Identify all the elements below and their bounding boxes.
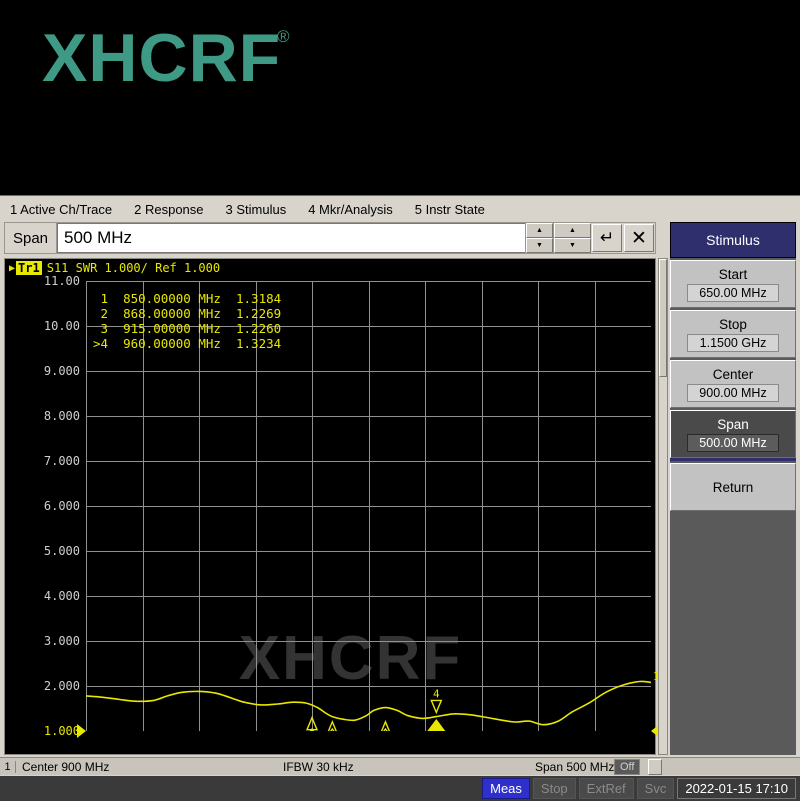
- status-svc-indicator: Svc: [636, 778, 675, 799]
- y-axis-tick-label: 8.000: [43, 409, 80, 423]
- marker-symbol[interactable]: 4: [427, 687, 446, 731]
- softkey-stop-label: Stop: [719, 316, 747, 332]
- trace-descriptor: S11 SWR 1.000/ Ref 1.000: [46, 261, 221, 275]
- softkey-return[interactable]: Return: [670, 463, 796, 511]
- coarse-spinner-down-icon[interactable]: ▼: [526, 238, 553, 253]
- status-stop-indicator[interactable]: Stop: [532, 778, 576, 799]
- softkey-center[interactable]: Center 900.00 MHz: [670, 360, 796, 408]
- y-axis-tick-label: 9.000: [43, 364, 80, 378]
- y-axis-tick-label: 7.000: [43, 454, 80, 468]
- coarse-spinner[interactable]: ▲ ▼: [525, 223, 553, 253]
- softkey-start[interactable]: Start 650.00 MHz: [670, 260, 796, 308]
- enter-icon: ↵: [599, 228, 615, 247]
- graph-scrollbar-thumb[interactable]: [659, 259, 667, 377]
- close-icon: ✕: [631, 227, 647, 249]
- trace-line: [86, 680, 651, 726]
- softkey-panel: Stimulus Start 650.00 MHz Stop 1.1500 GH…: [670, 222, 796, 755]
- y-axis-tick-label: 4.000: [43, 589, 80, 603]
- fine-spinner[interactable]: ▲ ▼: [553, 223, 591, 253]
- y-axis-tick-label: 3.000: [43, 634, 80, 648]
- channel-status-bar: 1 Center 900 MHz IFBW 30 kHz Span 500 MH…: [0, 757, 800, 775]
- graph-scrollbar[interactable]: [658, 258, 668, 755]
- status-ifbw: IFBW 30 kHz: [283, 759, 354, 774]
- softkey-stop-value[interactable]: 1.1500 GHz: [687, 333, 779, 352]
- softkey-panel-title: Stimulus: [670, 222, 796, 258]
- y-axis-tick-label: 2.000: [43, 679, 80, 693]
- softkey-center-value[interactable]: 900.00 MHz: [687, 383, 779, 402]
- vna-window: 1 Active Ch/Trace 2 Response 3 Stimulus …: [0, 195, 800, 801]
- active-trace-arrow-icon: ▶: [9, 262, 16, 274]
- enter-button[interactable]: ↵: [592, 224, 622, 252]
- softkey-span-value[interactable]: 500.00 MHz: [687, 433, 779, 452]
- marker-readout-table: 1 850.00000 MHz 1.3184 2 868.00000 MHz 1…: [93, 291, 282, 351]
- coarse-spinner-up-icon[interactable]: ▲: [526, 223, 553, 238]
- softkey-center-label: Center: [712, 366, 754, 382]
- y-axis-labels: 11.00 10.00 9.000 8.000 7.000 6.000 5.000 4.000…: [5, 274, 84, 738]
- marker-symbol[interactable]: [376, 720, 394, 731]
- y-axis-tick-label: 11.00: [43, 274, 80, 288]
- brand-logo-text: XHCRF: [42, 20, 282, 96]
- marker-symbol[interactable]: [323, 719, 341, 731]
- trace-badge[interactable]: Tr1: [16, 261, 42, 275]
- entry-bar-input[interactable]: 500 MHz: [57, 223, 525, 253]
- y-axis-tick-label: 1.000: [43, 724, 80, 738]
- status-channel-number: 1: [0, 760, 16, 773]
- y-axis-tick-label: 10.00: [43, 319, 80, 333]
- softkey-return-label: Return: [712, 479, 754, 495]
- entry-bar-label: Span: [5, 223, 57, 253]
- brand-banner: XHCRF ®: [0, 0, 800, 195]
- softkey-stop[interactable]: Stop 1.1500 GHz: [670, 310, 796, 358]
- softkey-start-label: Start: [718, 266, 748, 282]
- status-correction-badge: Off: [614, 758, 641, 775]
- registered-trademark-icon: ®: [277, 27, 290, 46]
- menu-item-stimulus[interactable]: 3 Stimulus: [224, 201, 289, 218]
- status-meas-indicator[interactable]: Meas: [482, 778, 530, 799]
- status-span: Span 500 MHz: [535, 759, 615, 774]
- menu-item-instr-state[interactable]: 5 Instr State: [413, 201, 487, 218]
- softkey-divider: [670, 458, 796, 461]
- fine-spinner-up-icon[interactable]: ▲: [554, 223, 591, 238]
- menu-item-active-ch-trace[interactable]: 1 Active Ch/Trace: [8, 201, 114, 218]
- entry-bar: Span 500 MHz ▲ ▼ ▲ ▼ ↵ ✕: [4, 222, 656, 254]
- y-axis-tick-label: 5.000: [43, 544, 80, 558]
- softkey-span[interactable]: Span 500.00 MHz: [670, 410, 796, 458]
- close-entry-button[interactable]: ✕: [624, 224, 654, 252]
- y-axis-tick-label: 6.000: [43, 499, 80, 513]
- menu-item-mkr-analysis[interactable]: 4 Mkr/Analysis: [306, 201, 395, 218]
- menu-item-response[interactable]: 2 Response: [132, 201, 205, 218]
- status-center-freq: Center 900 MHz: [22, 759, 110, 774]
- softkey-span-label: Span: [717, 416, 749, 432]
- marker-label: 4: [433, 687, 440, 700]
- status-extref-indicator: ExtRef: [578, 778, 634, 799]
- graph-panel[interactable]: ▶ Tr1 S11 SWR 1.000/ Ref 1.000 11.00 10.0…: [4, 258, 660, 755]
- softkey-start-value[interactable]: 650.00 MHz: [687, 283, 779, 302]
- reference-level-marker-left-icon[interactable]: [77, 724, 86, 738]
- fine-spinner-down-icon[interactable]: ▼: [554, 238, 591, 253]
- trace-header: ▶ Tr1 S11 SWR 1.000/ Ref 1.000: [9, 261, 220, 275]
- status-timestamp: 2022-01-15 17:10: [677, 778, 796, 799]
- menu-bar: 1 Active Ch/Trace 2 Response 3 Stimulus …: [0, 198, 800, 220]
- status-scroll-thumb[interactable]: [648, 758, 662, 775]
- instrument-status-bar: Meas Stop ExtRef Svc 2022-01-15 17:10: [0, 776, 800, 801]
